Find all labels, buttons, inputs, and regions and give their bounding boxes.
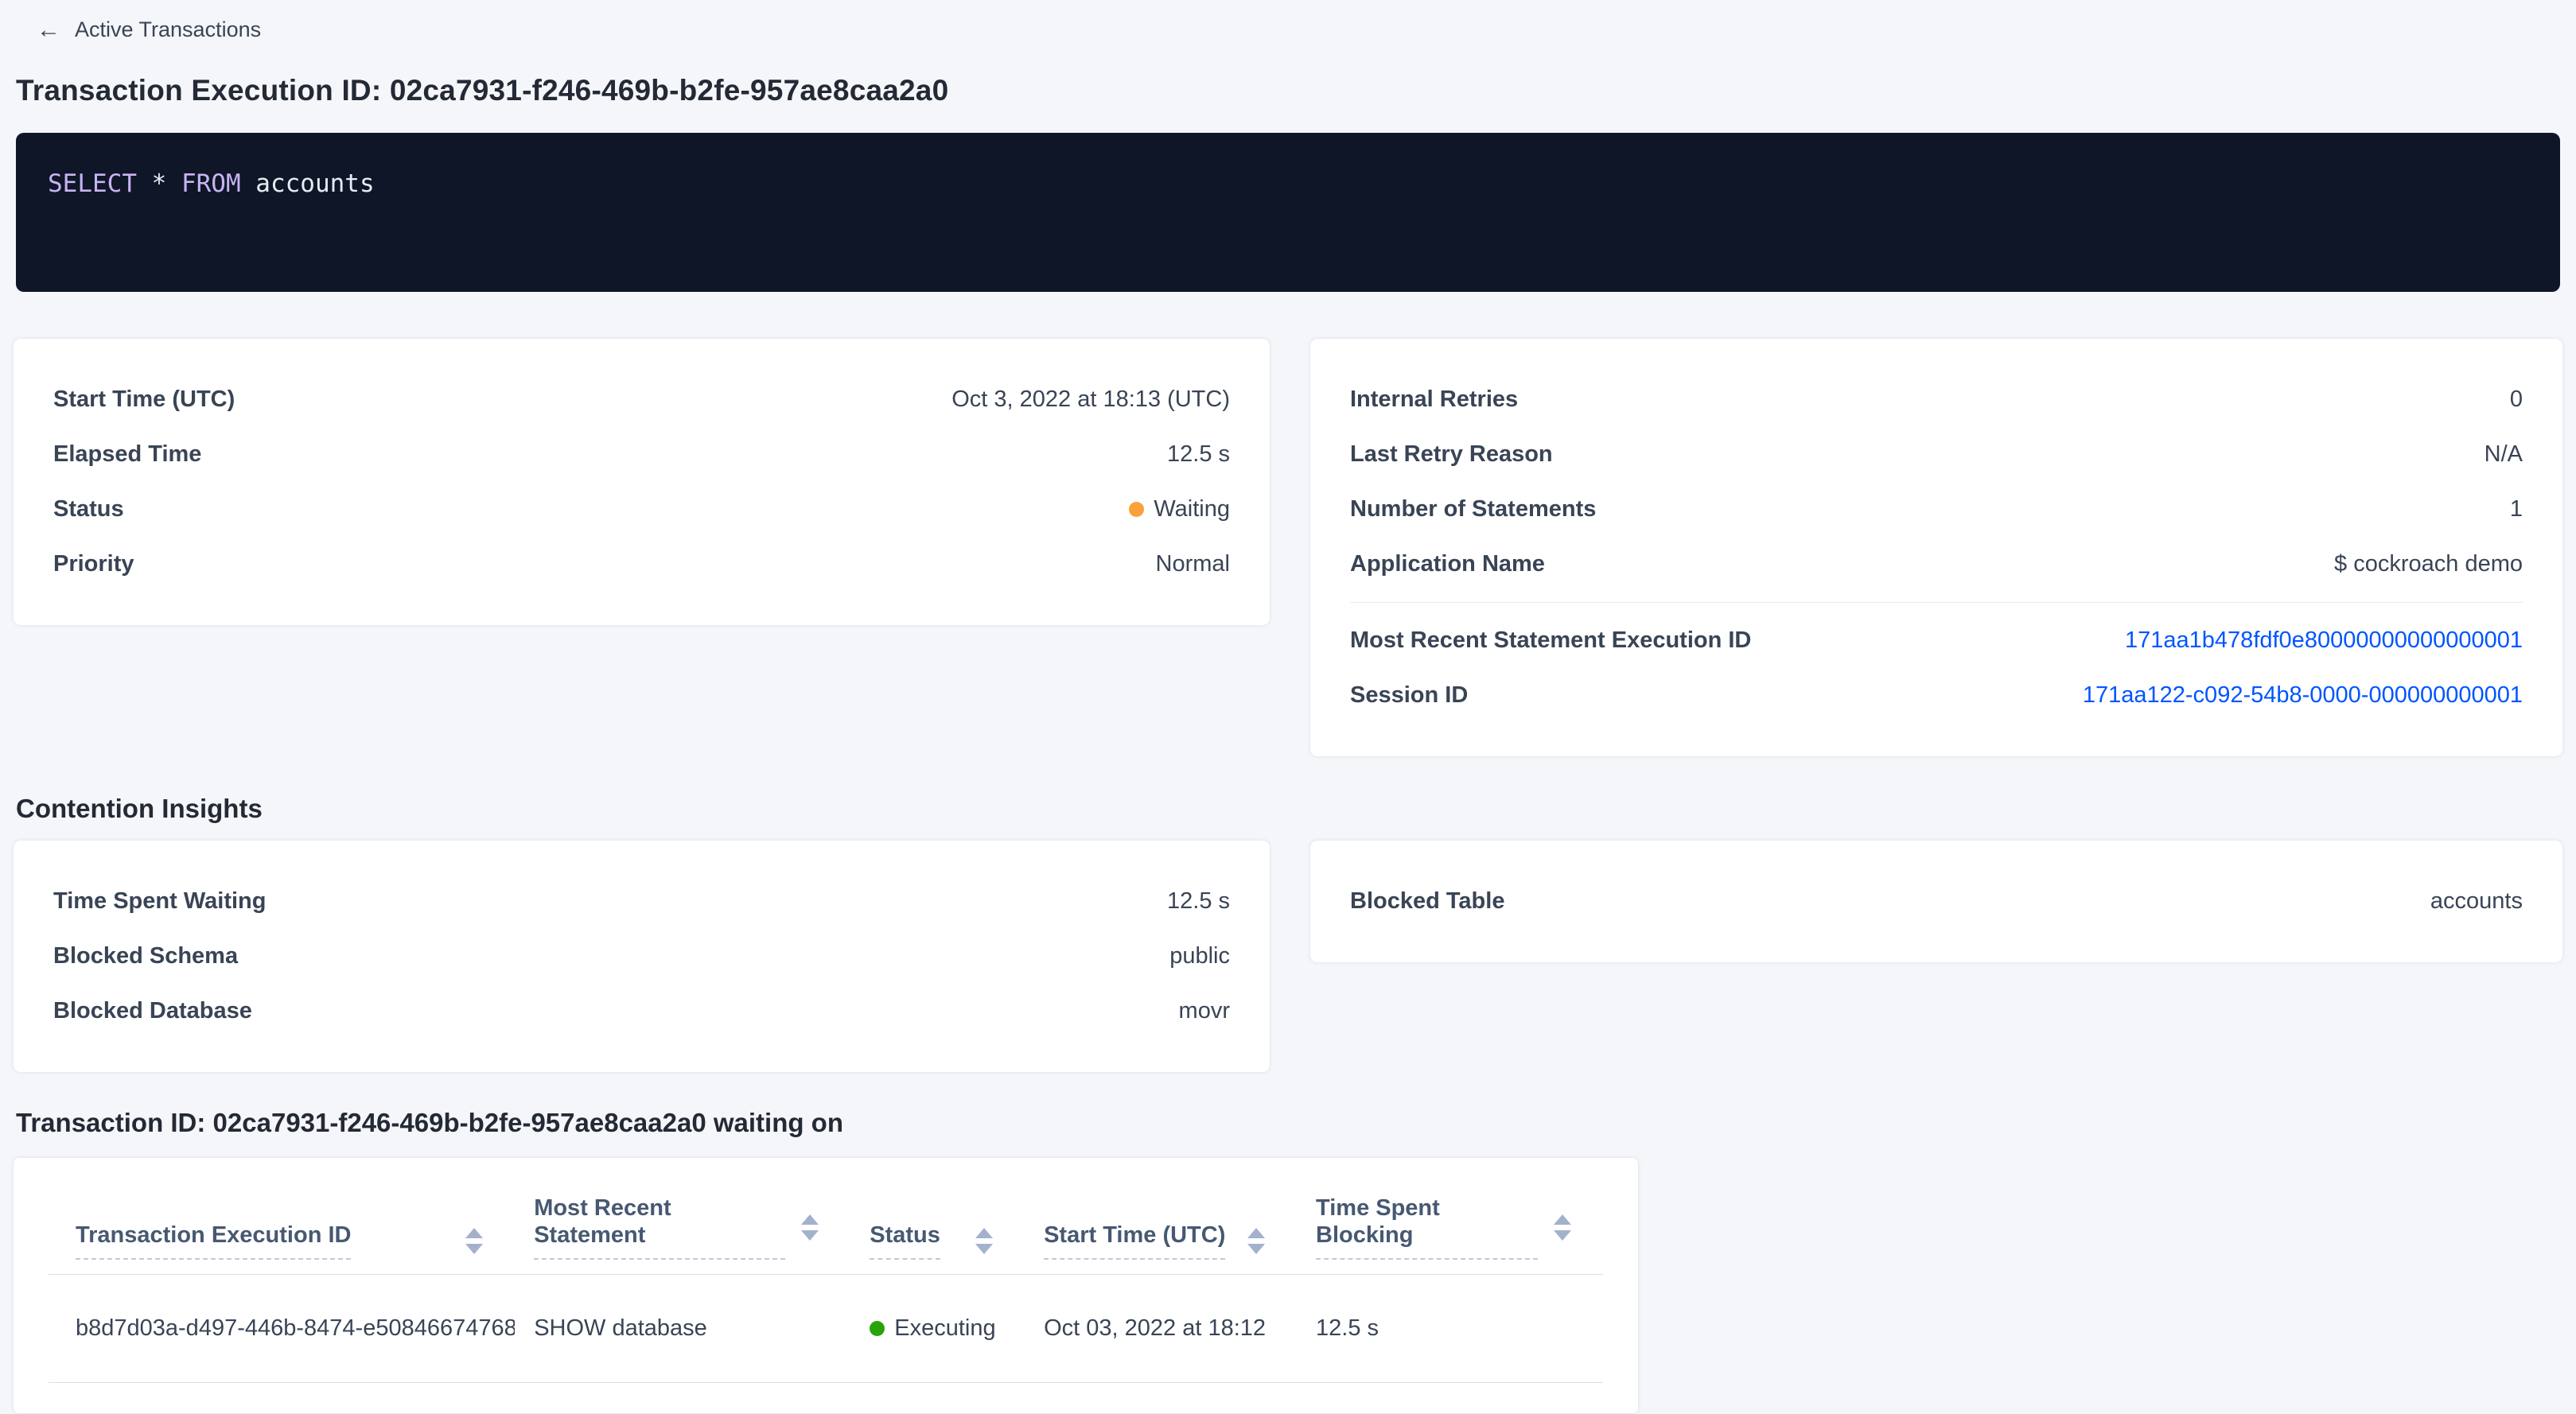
contention-insights-heading: Contention Insights	[16, 794, 2563, 824]
last-retry-reason-row: Last Retry Reason N/A	[1350, 427, 2523, 482]
row-value: 0	[2510, 386, 2523, 414]
internal-retries-row: Internal Retries 0	[1350, 372, 2523, 427]
back-arrow-icon: ←	[37, 18, 60, 42]
session-id-row: Session ID 171aa122-c092-54b8-0000-00000…	[1350, 668, 2523, 723]
session-id-link[interactable]: 171aa122-c092-54b8-0000-000000000001	[2083, 682, 2523, 709]
column-header-start-time[interactable]: Start Time (UTC)	[1025, 1158, 1297, 1275]
sql-statement: SELECT * FROM accounts	[48, 169, 375, 198]
status-row: Status Waiting	[53, 482, 1230, 537]
cell-start-time: Oct 03, 2022 at 18:12	[1025, 1275, 1297, 1383]
row-value: N/A	[2485, 441, 2523, 468]
row-value: Oct 3, 2022 at 18:13 (UTC)	[951, 386, 1230, 414]
back-link[interactable]: ← Active Transactions	[37, 17, 261, 42]
blocked-database-row: Blocked Database movr	[53, 984, 1230, 1039]
column-header-transaction-execution-id[interactable]: Transaction Execution ID	[49, 1158, 515, 1275]
row-label: Blocked Table	[1350, 888, 1504, 915]
row-label: Priority	[53, 550, 134, 578]
cell-most-recent-statement: SHOW database	[515, 1275, 850, 1383]
number-of-statements-row: Number of Statements 1	[1350, 482, 2523, 537]
row-label: Application Name	[1350, 550, 1545, 578]
time-spent-waiting-row: Time Spent Waiting 12.5 s	[53, 874, 1230, 929]
sort-icon[interactable]	[975, 1228, 993, 1254]
row-label: Start Time (UTC)	[53, 386, 235, 414]
sort-icon[interactable]	[1247, 1228, 1265, 1254]
blocked-table-row: Blocked Table accounts	[1350, 874, 2523, 929]
statement-execution-id-row: Most Recent Statement Execution ID 171aa…	[1350, 613, 2523, 668]
statement-execution-id-link[interactable]: 171aa1b478fdf0e80000000000000001	[2125, 627, 2523, 655]
row-value: 1	[2510, 495, 2523, 523]
row-label: Most Recent Statement Execution ID	[1350, 627, 1751, 655]
row-label: Last Retry Reason	[1350, 441, 1553, 468]
transaction-summary-card: Start Time (UTC) Oct 3, 2022 at 18:13 (U…	[13, 338, 1270, 626]
sort-icon[interactable]	[1554, 1214, 1571, 1241]
row-value: $ cockroach demo	[2334, 550, 2523, 578]
start-time-row: Start Time (UTC) Oct 3, 2022 at 18:13 (U…	[53, 372, 1230, 427]
cell-transaction-execution-id: b8d7d03a-d497-446b-8474-e50846674768	[49, 1275, 515, 1383]
row-label: Number of Statements	[1350, 495, 1596, 523]
summary-cards-row: Start Time (UTC) Oct 3, 2022 at 18:13 (U…	[13, 338, 2563, 757]
column-header-most-recent-statement[interactable]: Most Recent Statement	[515, 1158, 850, 1275]
elapsed-time-row: Elapsed Time 12.5 s	[53, 427, 1230, 482]
row-label: Session ID	[1350, 682, 1468, 709]
row-label: Status	[53, 495, 124, 523]
sql-star: *	[137, 169, 181, 198]
row-label: Blocked Database	[53, 997, 252, 1025]
waiting-on-table: Transaction Execution ID Most Recent Sta…	[49, 1158, 1603, 1383]
page-title: Transaction Execution ID: 02ca7931-f246-…	[16, 74, 2563, 107]
row-value: 12.5 s	[1167, 441, 1230, 468]
contention-waiting-card: Time Spent Waiting 12.5 s Blocked Schema…	[13, 840, 1270, 1073]
row-value: 12.5 s	[1167, 888, 1230, 915]
transaction-stats-card: Internal Retries 0 Last Retry Reason N/A…	[1309, 338, 2563, 757]
blocked-schema-row: Blocked Schema public	[53, 929, 1230, 984]
column-header-status[interactable]: Status	[850, 1158, 1025, 1275]
sql-keyword-select: SELECT	[48, 169, 137, 198]
row-value: public	[1169, 942, 1230, 970]
cell-status: Executing	[850, 1275, 1025, 1383]
executing-status-dot-icon	[870, 1321, 885, 1336]
sort-icon[interactable]	[801, 1214, 819, 1241]
contention-blocked-table-card: Blocked Table accounts	[1309, 840, 2563, 963]
row-value: movr	[1179, 997, 1230, 1025]
row-value: Normal	[1156, 550, 1230, 578]
waiting-status-dot-icon	[1129, 502, 1144, 517]
back-link-label: Active Transactions	[75, 17, 261, 42]
waiting-on-heading: Transaction ID: 02ca7931-f246-469b-b2fe-…	[16, 1108, 2563, 1138]
sort-icon[interactable]	[465, 1228, 483, 1254]
sql-table-name: accounts	[241, 169, 375, 198]
row-label: Blocked Schema	[53, 942, 238, 970]
row-value: accounts	[2430, 888, 2523, 915]
priority-row: Priority Normal	[53, 537, 1230, 592]
row-label: Elapsed Time	[53, 441, 201, 468]
waiting-on-table-card: Transaction Execution ID Most Recent Sta…	[13, 1157, 1639, 1414]
application-name-row: Application Name $ cockroach demo	[1350, 537, 2523, 592]
card-divider	[1350, 602, 2523, 603]
column-header-time-spent-blocking[interactable]: Time Spent Blocking	[1297, 1158, 1603, 1275]
contention-cards-row: Time Spent Waiting 12.5 s Blocked Schema…	[13, 840, 2563, 1073]
row-label: Internal Retries	[1350, 386, 1518, 414]
row-label: Time Spent Waiting	[53, 888, 266, 915]
cell-time-spent-blocking: 12.5 s	[1297, 1275, 1603, 1383]
transaction-details-page: ← Active Transactions Transaction Execut…	[0, 0, 2576, 1414]
status-badge: Waiting	[1129, 495, 1230, 523]
sql-statement-box: SELECT * FROM accounts	[16, 133, 2560, 292]
table-header-row: Transaction Execution ID Most Recent Sta…	[49, 1158, 1603, 1275]
table-row: b8d7d03a-d497-446b-8474-e50846674768 SHO…	[49, 1275, 1603, 1383]
sql-keyword-from: FROM	[181, 169, 241, 198]
